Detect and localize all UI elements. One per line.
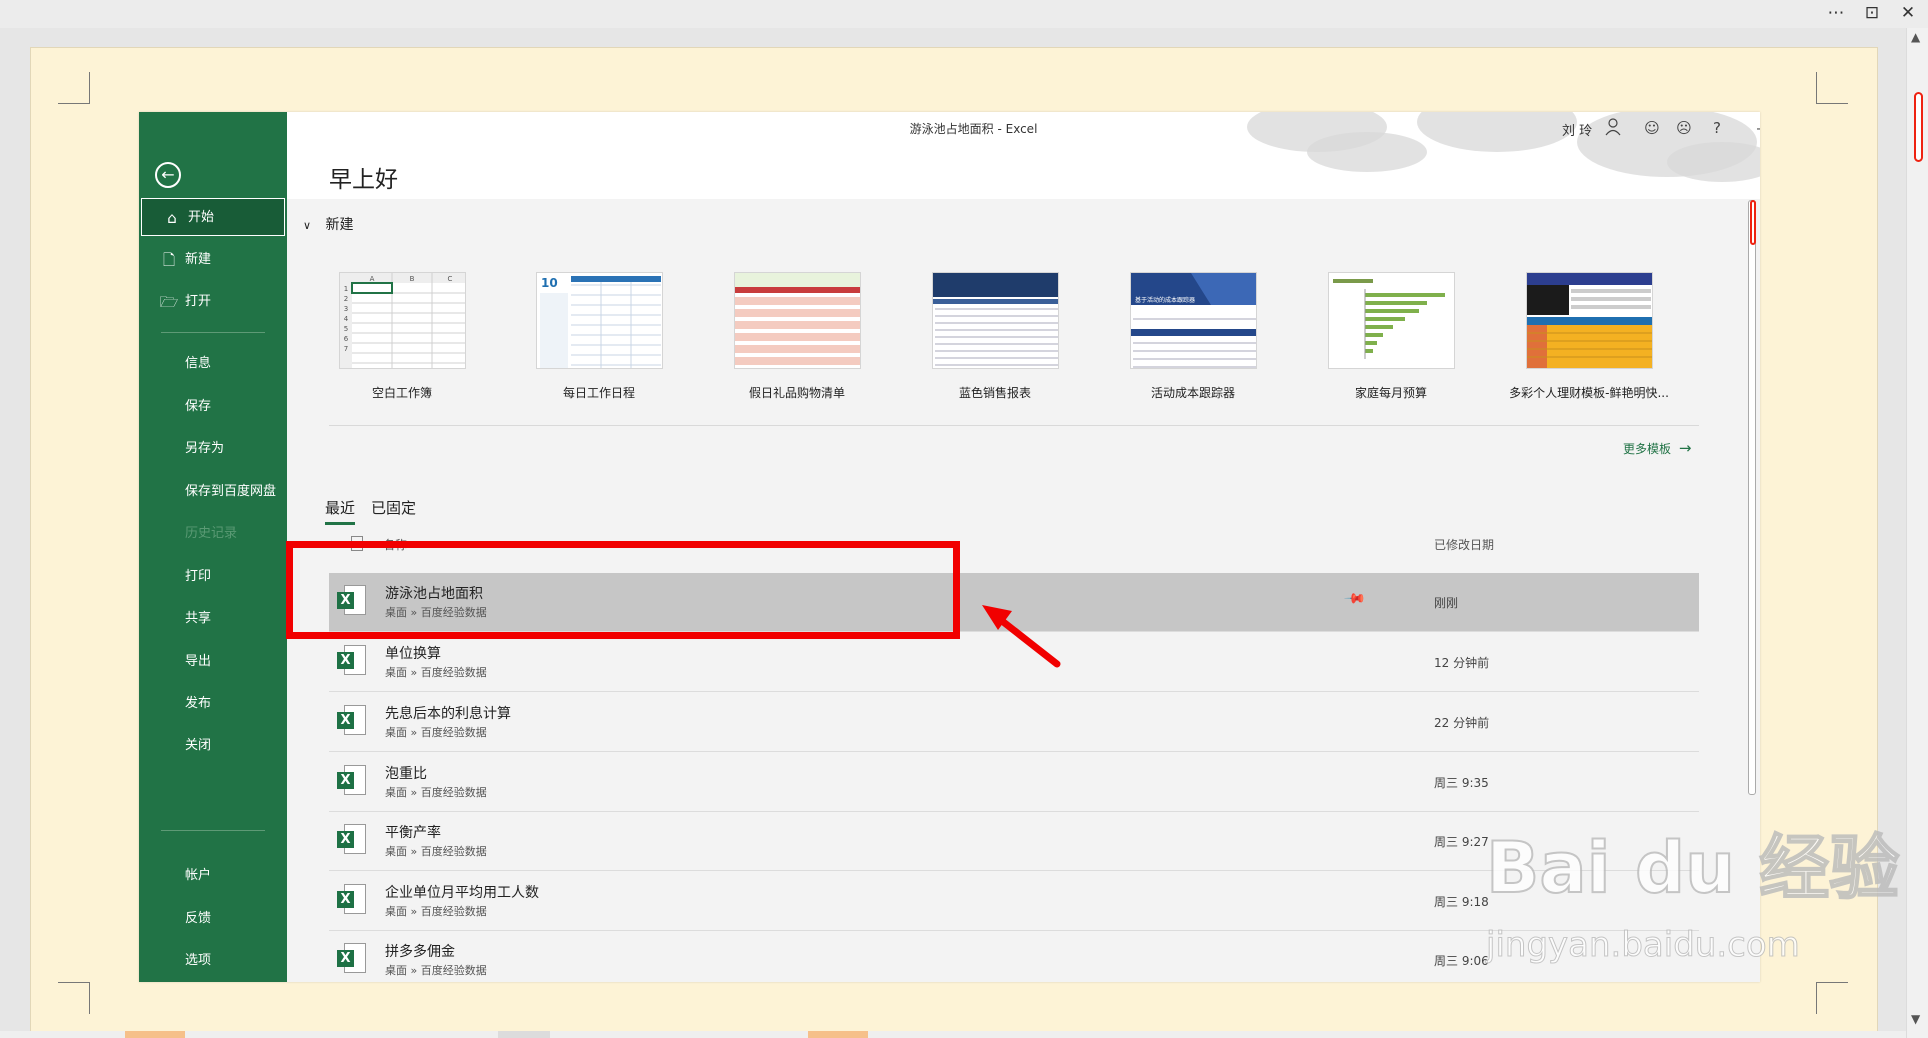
- watermark-logo-text: Bai du 经验: [1485, 827, 1900, 909]
- watermark-url: jingyan.baidu.com: [1486, 925, 1801, 965]
